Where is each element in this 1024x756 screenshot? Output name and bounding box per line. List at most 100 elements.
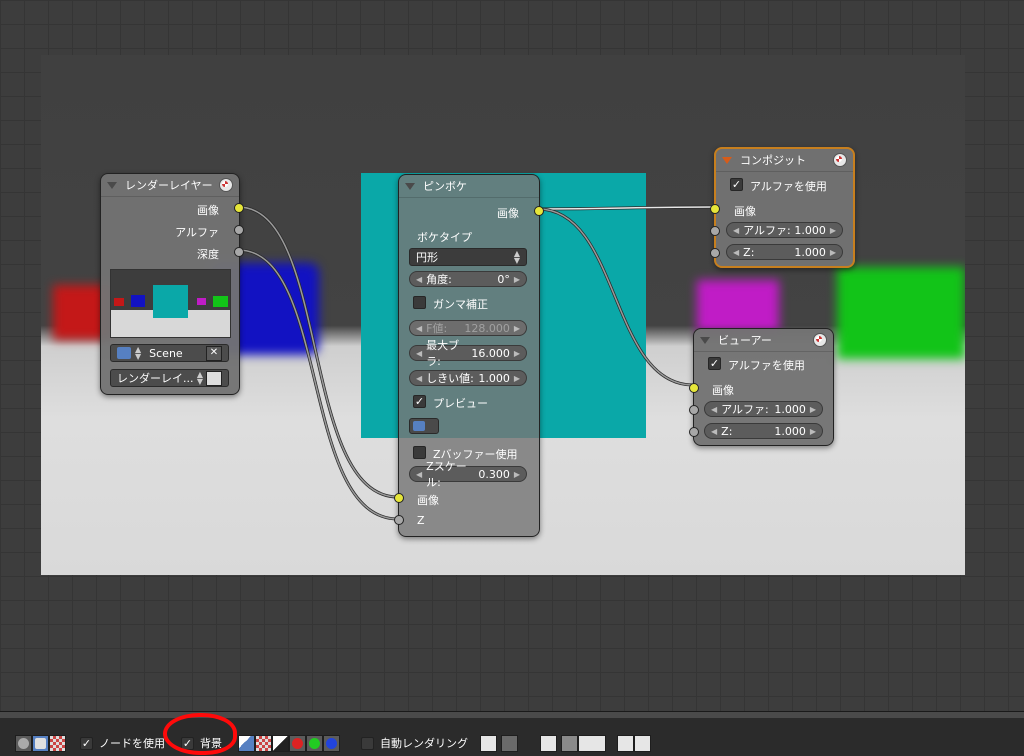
increment-arrow-icon[interactable]: ▶: [514, 349, 520, 358]
alpha-field[interactable]: ◀ アルファ: 1.000 ▶: [704, 401, 823, 417]
red-channel-button[interactable]: [289, 734, 306, 752]
scene-browse-button[interactable]: [409, 418, 439, 434]
max-blur-label: 最大ブラ:: [426, 339, 460, 368]
depth-output-socket[interactable]: [234, 247, 244, 257]
layer-name: レンダーレイ...: [117, 372, 194, 385]
z-field[interactable]: ◀ Z: 1.000 ▶: [726, 244, 843, 260]
threshold-field[interactable]: ◀ しきい値: 1.000 ▶: [409, 370, 527, 386]
use-alpha-checkbox[interactable]: [730, 178, 743, 191]
angle-field[interactable]: ◀ 角度: 0° ▶: [409, 271, 527, 287]
image-input-socket[interactable]: [394, 493, 404, 503]
render-preview-thumbnail: [110, 269, 231, 338]
alpha-input-socket[interactable]: [689, 405, 699, 415]
image-output-socket[interactable]: [234, 203, 244, 213]
alpha-output-socket[interactable]: [234, 225, 244, 235]
angle-value: 0°: [497, 272, 510, 286]
pin-icon[interactable]: [480, 734, 497, 752]
fstop-field[interactable]: ◀ F値: 128.000 ▶: [409, 320, 527, 336]
collapse-triangle-icon[interactable]: [700, 336, 710, 344]
composite-node[interactable]: コンポジット アルファを使用 画像 ◀ アルファ: 1.000 ▶ ◀ Z: 1…: [710, 147, 855, 268]
node-title: レンダーレイヤー: [125, 179, 213, 192]
compositing-tree-button[interactable]: [32, 734, 49, 752]
angle-label: 角度:: [426, 273, 452, 286]
max-blur-value: 16.000: [471, 346, 510, 360]
use-nodes-toggle[interactable]: ノードを使用: [80, 734, 165, 752]
z-input-socket[interactable]: [394, 515, 404, 525]
max-blur-field[interactable]: ◀ 最大ブラ: 16.000 ▶: [409, 339, 527, 368]
increment-arrow-icon[interactable]: ▶: [514, 470, 520, 479]
alpha-label: アルファ:: [743, 224, 791, 237]
render-tool-buttons: [617, 734, 651, 752]
image-input-socket[interactable]: [689, 383, 699, 393]
close-icon[interactable]: ✕: [206, 345, 222, 361]
render-layer-icon[interactable]: [617, 734, 634, 752]
z-scale-field[interactable]: ◀ Zスケール: 0.300 ▶: [409, 460, 527, 489]
gamma-correction-checkbox[interactable]: [413, 296, 426, 309]
render-icon[interactable]: [813, 333, 827, 347]
alpha-value: 1.000: [794, 223, 826, 237]
copy-icon[interactable]: [540, 734, 557, 752]
scene-selector[interactable]: ▲ ▼ Scene ✕: [110, 344, 229, 362]
go-parent-icon[interactable]: [501, 734, 518, 752]
scene-icon: [117, 347, 131, 359]
use-alpha-checkbox[interactable]: [708, 357, 721, 370]
increment-arrow-icon[interactable]: ▶: [810, 405, 816, 414]
green-channel-button[interactable]: [306, 734, 323, 752]
z-input-socket[interactable]: [689, 427, 699, 437]
snap-tool-buttons: [540, 734, 606, 752]
image-output-socket[interactable]: [534, 206, 544, 216]
z-field[interactable]: ◀ Z: 1.000 ▶: [704, 423, 823, 439]
composite-header[interactable]: コンポジット: [716, 149, 853, 172]
area-divider[interactable]: [0, 712, 1024, 718]
preview-label: プレビュー: [433, 397, 488, 410]
output-depth-label: 深度: [197, 248, 219, 261]
alpha-input-socket[interactable]: [710, 226, 720, 236]
input-image-label: 画像: [712, 384, 734, 397]
viewer-header[interactable]: ビューアー: [694, 329, 833, 352]
paste-icon[interactable]: [561, 734, 578, 752]
render-paste-icon[interactable]: [634, 734, 651, 752]
blue-channel-button[interactable]: [323, 734, 340, 752]
updown-arrows-icon: ▲ ▼: [196, 370, 203, 386]
increment-arrow-icon[interactable]: ▶: [514, 324, 520, 333]
z-input-socket[interactable]: [710, 248, 720, 258]
render-icon[interactable]: [833, 153, 847, 167]
defocus-node[interactable]: ピンボケ 画像 ボケタイプ 円形 ▲ ▼ ◀ 角度: 0° ▶ ガンマ補正 ◀ F…: [394, 174, 544, 537]
collapse-triangle-icon[interactable]: [107, 181, 117, 189]
image-input-socket[interactable]: [710, 204, 720, 214]
bokeh-type-value: 円形: [416, 251, 438, 264]
increment-arrow-icon[interactable]: ▶: [514, 374, 520, 383]
increment-arrow-icon[interactable]: ▶: [514, 275, 520, 284]
color-alpha-channel-button[interactable]: [238, 734, 255, 752]
layer-selector[interactable]: レンダーレイ... ▲ ▼: [110, 369, 229, 387]
texture-tree-button[interactable]: [49, 734, 66, 752]
viewer-node[interactable]: ビューアー アルファを使用 画像 ◀ アルファ: 1.000 ▶ ◀ Z: 1.…: [689, 328, 834, 446]
preview-checkbox[interactable]: [413, 395, 426, 408]
defocus-header[interactable]: ピンボケ: [399, 175, 539, 198]
increment-arrow-icon[interactable]: ▶: [810, 427, 816, 436]
collapse-triangle-icon[interactable]: [722, 156, 732, 164]
bokeh-type-dropdown[interactable]: 円形 ▲ ▼: [409, 248, 527, 266]
auto-render-checkbox[interactable]: [361, 736, 374, 750]
use-alpha-label: アルファを使用: [728, 359, 805, 372]
snap-icon[interactable]: [578, 734, 606, 752]
camera-icon[interactable]: [206, 370, 222, 386]
auto-render-toggle[interactable]: 自動レンダリング: [361, 734, 468, 752]
render-layers-node[interactable]: レンダーレイヤー 画像 アルファ 深度 ▲ ▼ Scene ✕ レンダーレイ...…: [100, 173, 244, 395]
color-channel-button[interactable]: [255, 734, 272, 752]
shader-tree-button[interactable]: [15, 734, 32, 752]
use-nodes-checkbox[interactable]: [80, 736, 93, 750]
collapse-triangle-icon[interactable]: [405, 182, 415, 190]
render-icon[interactable]: [219, 178, 233, 192]
increment-arrow-icon[interactable]: ▶: [830, 248, 836, 257]
render-layers-header[interactable]: レンダーレイヤー: [101, 174, 239, 197]
increment-arrow-icon[interactable]: ▶: [830, 226, 836, 235]
z-value: 1.000: [774, 424, 806, 438]
alpha-channel-button[interactable]: [272, 734, 289, 752]
fstop-label: F値:: [426, 322, 448, 335]
output-alpha-label: アルファ: [175, 226, 219, 239]
z-scale-label: Zスケール:: [426, 460, 467, 489]
alpha-field[interactable]: ◀ アルファ: 1.000 ▶: [726, 222, 843, 238]
use-nodes-label: ノードを使用: [99, 737, 165, 750]
auto-render-label: 自動レンダリング: [380, 737, 468, 750]
